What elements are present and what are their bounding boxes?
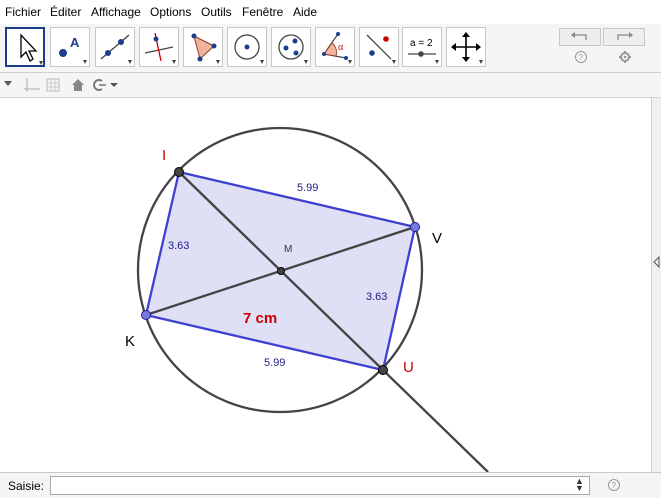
polygon-tool-button[interactable] [183,27,223,67]
line-tool-icon [100,34,132,64]
move-tool-icon [20,33,43,65]
angle-tool-icon: α [322,32,352,64]
chevron-down-icon [110,83,118,87]
svg-text:?: ? [612,481,617,490]
circle-three-points-tool-button[interactable] [271,27,311,67]
redo-button[interactable] [603,28,645,46]
stylebar-toggle-icon[interactable] [4,81,12,86]
help-icon[interactable]: ? [574,50,588,64]
point-tool-icon: A [59,35,87,64]
menu-fichier[interactable]: Fichier [5,5,41,19]
length-vu: 3.63 [366,291,387,303]
perpendicular-line-tool-icon [144,32,176,64]
label-k: K [125,333,135,350]
point-i[interactable] [174,167,184,177]
style-bar [0,73,661,98]
undo-icon [571,32,587,40]
menu-affichage[interactable]: Affichage [91,5,141,19]
slider-tool-button[interactable]: a = 2 [402,27,442,67]
length-ki: 3.63 [168,240,189,252]
toolbar: A α a = 2 ? [0,24,661,73]
point-k[interactable] [141,310,151,320]
point-tool-button[interactable]: A [50,27,90,67]
svg-text:α: α [338,42,344,53]
point-m[interactable] [277,267,285,275]
slider-tool-label: a = 2 [410,38,433,49]
input-bar-label: Saisie: [8,479,45,493]
grid-toggle-icon[interactable] [46,78,60,92]
label-m: M [284,244,292,255]
graphics-view[interactable]: I V U K M 5.99 3.63 5.99 3.63 7 cm [0,98,651,472]
menu-editer[interactable]: Éditer [50,5,81,19]
menu-options[interactable]: Options [150,5,191,19]
label-u: U [403,359,414,376]
axes-toggle-icon[interactable] [24,78,40,92]
move-view-tool-icon [451,32,483,64]
input-help-icon[interactable]: ? [607,478,621,492]
circle-tool-icon [234,34,264,64]
input-bar: Saisie: ▲ ▼ ? [0,472,661,498]
menu-outils[interactable]: Outils [201,5,232,19]
svg-text:A: A [70,35,80,50]
point-capture-icon[interactable] [93,79,118,91]
move-tool-button[interactable] [5,27,45,67]
undo-button[interactable] [559,28,601,46]
menu-aide[interactable]: Aide [293,5,317,19]
menu-bar: Fichier Éditer Affichage Options Outils … [0,0,661,24]
point-v[interactable] [410,222,420,232]
slider-tool-icon: a = 2 [408,38,439,64]
area-text: 7 cm [243,310,277,327]
home-icon[interactable] [72,79,84,91]
polygon-tool-icon [191,33,220,64]
settings-gear-icon[interactable] [618,50,632,64]
svg-text:?: ? [579,53,584,62]
circle-tool-button[interactable] [227,27,267,67]
label-v: V [432,230,442,247]
command-input[interactable] [50,476,590,495]
angle-tool-button[interactable]: α [315,27,355,67]
redo-icon [617,32,633,40]
point-u[interactable] [378,365,388,375]
length-iv: 5.99 [297,182,318,194]
side-panel-toggle[interactable] [651,98,661,472]
circle-three-points-tool-icon [278,34,308,64]
move-view-tool-button[interactable] [446,27,486,67]
input-history-arrows-icon[interactable]: ▲ ▼ [575,477,584,493]
menu-fenetre[interactable]: Fenêtre [242,5,283,19]
perpendicular-tool-button[interactable] [139,27,179,67]
reflect-tool-icon [366,34,396,64]
chevron-left-icon [653,255,660,269]
reflect-tool-button[interactable] [359,27,399,67]
line-tool-button[interactable] [95,27,135,67]
length-uk: 5.99 [264,357,285,369]
label-i: I [162,147,166,164]
